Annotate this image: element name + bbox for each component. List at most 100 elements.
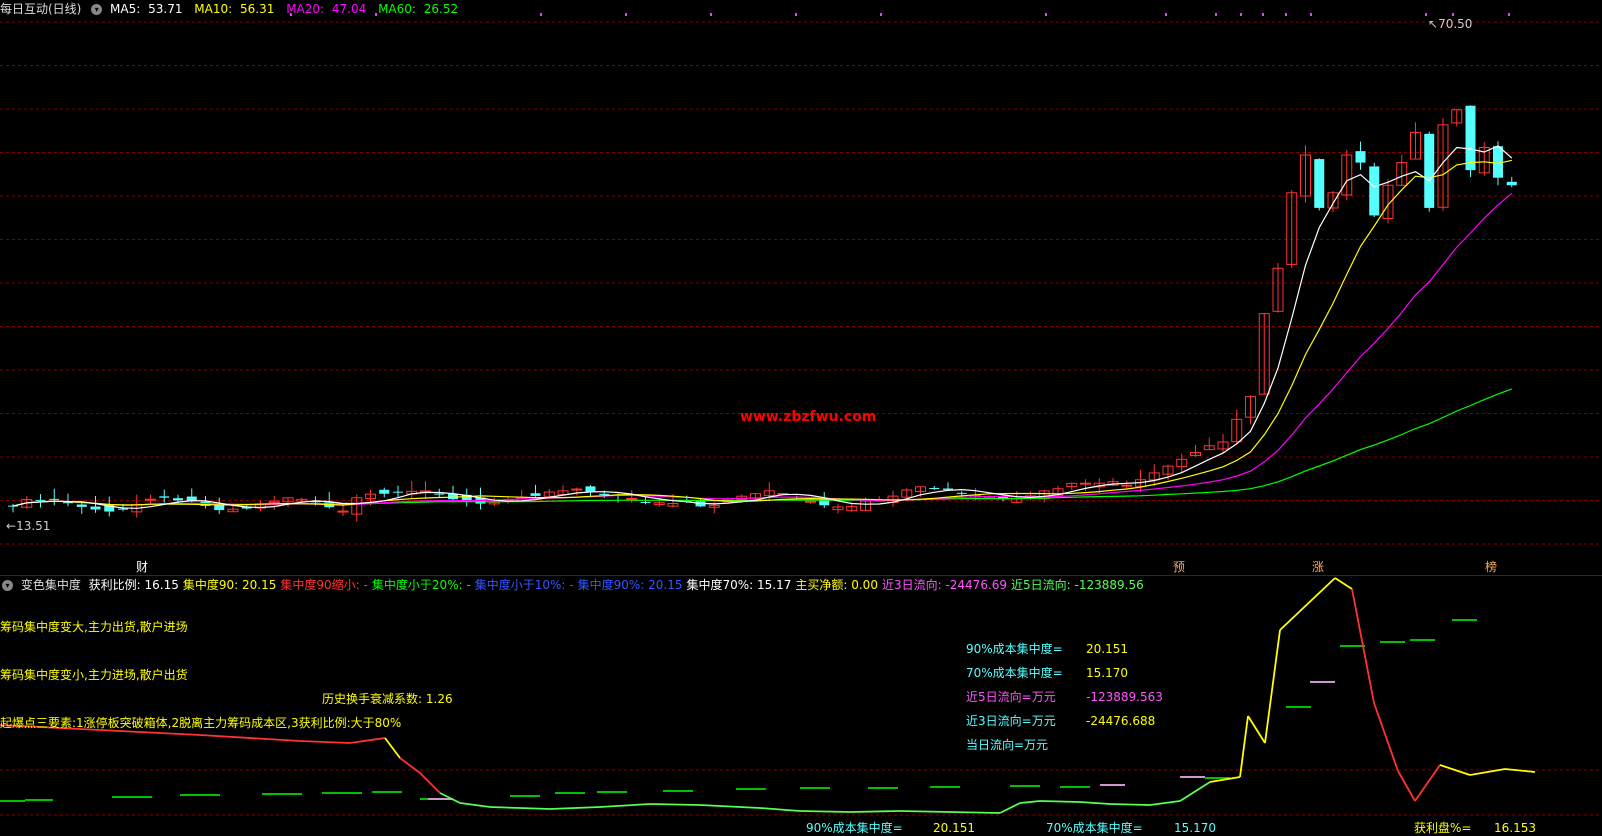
price-chart[interactable] (0, 0, 1602, 575)
concentration-line (899, 810, 951, 813)
decay-label: 历史换手衰减系数: (322, 692, 423, 706)
top-marker (795, 13, 797, 16)
indicator-item-0: 获利比例: 16.15 (88, 578, 179, 592)
candle-body-down (956, 492, 967, 494)
price-chart-panel[interactable]: 每日互动(日线) ▾ MA5: 53.71 MA10: 56.31 MA20: … (0, 0, 1602, 575)
candle-body-down (76, 504, 87, 507)
indicator-item-7: 主买净额: 0.00 (795, 578, 878, 592)
concentration-line (999, 802, 1021, 814)
ma60-line (12, 388, 1513, 507)
ma60-label-text: MA60: (378, 2, 416, 16)
candle-body-up (145, 498, 156, 501)
event-marker-forecast[interactable]: 预 (1173, 560, 1185, 574)
concentration-line (519, 807, 551, 810)
indicator-item-6: 集中度70%: 15.17 (686, 578, 792, 592)
top-marker (1262, 13, 1264, 16)
stat-label-5day: 近5日流向=万元 (966, 690, 1056, 704)
candle-body-up (1121, 484, 1133, 487)
indicator-item-1: 集中度90: 20.15 (182, 578, 277, 592)
top-marker (1310, 13, 1312, 16)
event-marker-limit-up[interactable]: 涨 (1312, 560, 1324, 574)
candle-body-up (337, 510, 349, 513)
concentration-line (399, 757, 421, 774)
concentration-line (1247, 715, 1266, 744)
concentration-line (759, 807, 801, 812)
concentration-line (99, 729, 201, 736)
concentration-line (1179, 781, 1211, 802)
ma20-value: 47.04 (331, 2, 367, 16)
concentration-line (1279, 577, 1336, 631)
concentration-line (599, 803, 651, 808)
top-marker (1240, 13, 1242, 16)
indicator-item-9: 近5日流向: -123889.56 (1011, 578, 1144, 592)
concentration-line (1039, 800, 1081, 803)
stat-value-70: 15.170 (1086, 666, 1128, 680)
concentration-line (1149, 800, 1181, 806)
candle-body-up (805, 500, 816, 503)
top-marker (1045, 13, 1047, 16)
concentration-line (299, 740, 351, 744)
concentration-line (949, 811, 1001, 814)
indicator-header: ▾ 变色集中度 获利比例: 16.15 集中度90: 20.15 集中度90缩小: … (0, 576, 1148, 594)
candle-body-up (1080, 482, 1091, 485)
ma10-label-text: MA10: (194, 2, 233, 16)
low-price-label: ←13.51 (6, 519, 51, 533)
candle-body-down (49, 498, 60, 500)
indicator-item-3: 集中度小于20%: - (371, 578, 471, 592)
candle-body-down (35, 499, 46, 501)
profit-value: 16.153 (1494, 821, 1536, 835)
bottom-90-value: 20.151 (933, 821, 975, 835)
accumulation-note: 筹码集中度变小,主力进场,散户出货 (0, 668, 188, 682)
indicator-chart[interactable] (0, 575, 1602, 836)
candle-body-down (379, 489, 390, 494)
ma20-label-text: MA20: (286, 2, 325, 16)
concentration-line (199, 734, 301, 742)
concentration-line (419, 772, 441, 794)
ma5-value: 53.71 (148, 2, 183, 16)
candle-body-down (393, 491, 403, 493)
candle-body-down (63, 502, 73, 504)
candle-body-down (929, 488, 940, 490)
indicator-name[interactable]: 变色集中度 (21, 578, 81, 592)
stat-label-3day: 近3日流向=万元 (966, 714, 1056, 728)
concentration-line (699, 804, 761, 809)
indicator-item-5: 集中度90%: 20.15 (577, 578, 683, 592)
candle-body-down (173, 498, 183, 501)
indicator-item-2: 集中度90缩小: - (280, 578, 368, 592)
concentration-line (649, 803, 701, 806)
concentration-line (849, 810, 901, 813)
concentration-line (1469, 768, 1506, 776)
candle-body-down (1506, 181, 1517, 186)
concentration-line (1079, 801, 1111, 805)
top-marker (710, 13, 712, 16)
event-marker-ranking[interactable]: 榜 (1485, 560, 1497, 574)
concentration-line (1373, 702, 1399, 772)
concentration-line (489, 806, 521, 809)
stock-title: 每日互动(日线) (0, 2, 82, 16)
settings-toggle-icon[interactable]: ▾ (91, 4, 103, 15)
stat-label-70: 70%成本集中度= (966, 666, 1063, 680)
ma10-value: 56.31 (240, 2, 275, 16)
stat-value-90: 20.151 (1086, 642, 1128, 656)
indicator-item-4: 集中度小于10%: - (474, 578, 574, 592)
candle-body-down (159, 496, 170, 498)
ma60-value: 26.52 (423, 2, 459, 16)
indicator-toggle-icon[interactable]: ▾ (2, 580, 13, 591)
top-marker (1165, 13, 1167, 16)
decay-coefficient: 历史换手衰减系数: 1.26 (322, 692, 453, 706)
candle-body-down (434, 493, 445, 495)
bottom-70-value: 15.170 (1174, 821, 1216, 835)
event-marker-finance[interactable]: 财 (136, 560, 148, 574)
top-marker (1215, 13, 1217, 16)
ma5-label-text: MA5: (110, 2, 141, 16)
indicator-panel[interactable]: ▾ 变色集中度 获利比例: 16.15 集中度90: 20.15 集中度90缩小: … (0, 575, 1602, 836)
distribution-note: 筹码集中度变大,主力出货,散户进场 (0, 620, 188, 634)
watermark: www.zbzfwu.com (740, 409, 877, 425)
top-marker (625, 13, 627, 16)
stat-value-3day: -24476.688 (1086, 714, 1156, 728)
candle-body-down (1369, 166, 1380, 216)
candle-body-up (626, 498, 638, 501)
indicator-item-8: 近3日流向: -24476.69 (881, 578, 1008, 592)
concentration-line (1397, 770, 1416, 802)
concentration-line (1334, 577, 1353, 590)
